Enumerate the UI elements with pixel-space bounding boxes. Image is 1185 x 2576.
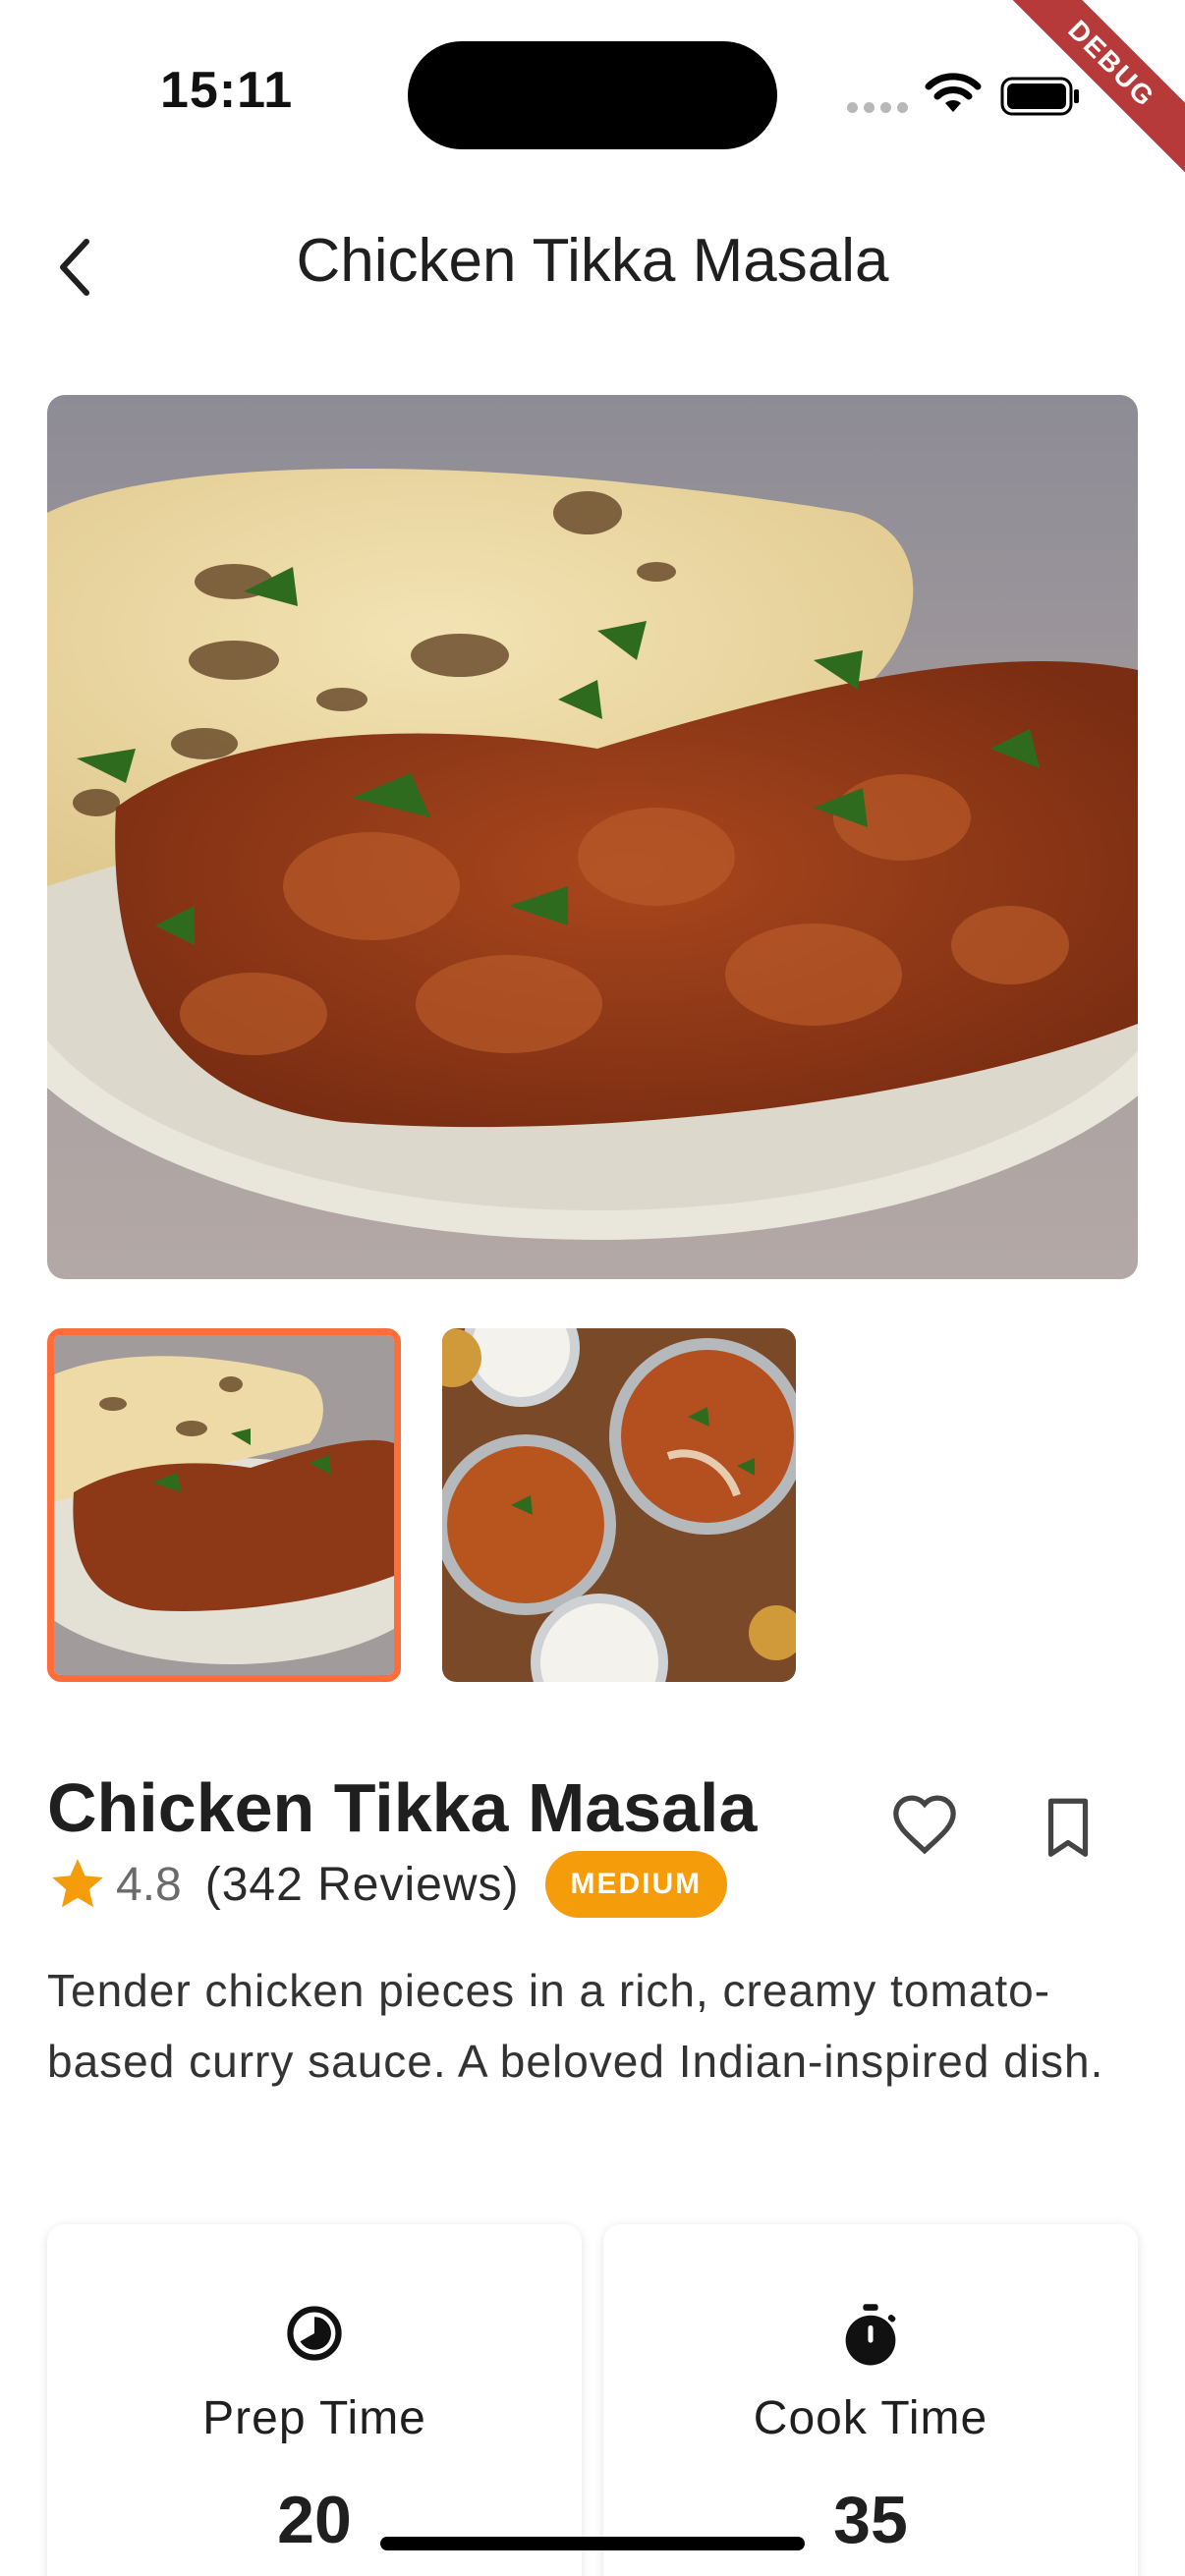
heart-icon: [893, 1795, 956, 1855]
page-title: Chicken Tikka Masala: [296, 227, 889, 295]
rating-value: 4.8: [116, 1858, 182, 1911]
dynamic-island: [408, 41, 777, 149]
timer-pie-icon: [287, 2306, 342, 2361]
difficulty-badge: MEDIUM: [544, 1851, 728, 1918]
thumbnail-image: [442, 1328, 796, 1682]
recipe-description: Tender chicken pieces in a rich, creamy …: [47, 1965, 1104, 2087]
rating-row: 4.8 (342 Reviews) MEDIUM: [47, 1849, 728, 1920]
favorite-button[interactable]: [890, 1792, 959, 1861]
recipe-detail-screen: 15:11 DEBUG Chicken Tikka Masala Chicken…: [0, 0, 1185, 2576]
wifi-icon: [925, 73, 982, 112]
recipe-title: Chicken Tikka Masala: [47, 1769, 758, 1846]
battery-icon: [1000, 77, 1079, 116]
stopwatch-icon: [845, 2304, 896, 2366]
bookmark-button[interactable]: [1036, 1794, 1100, 1863]
status-time: 15:11: [160, 62, 294, 119]
home-indicator[interactable]: [380, 2537, 805, 2550]
reviews-count: (342 Reviews): [204, 1858, 520, 1911]
star-icon: [52, 1859, 103, 1908]
gallery-thumbnail-2[interactable]: [442, 1328, 796, 1682]
prep-time-card: Prep Time 20: [47, 2224, 582, 2576]
bookmark-icon: [1047, 1798, 1089, 1857]
cook-time-card: Cook Time 35: [603, 2224, 1138, 2576]
cook-time-label: Cook Time: [753, 2392, 988, 2444]
prep-time-label: Prep Time: [202, 2392, 426, 2444]
thumbnail-image: [54, 1335, 394, 1675]
gallery-thumbnail-1[interactable]: [47, 1328, 401, 1682]
cellular-signal-icon: [847, 102, 908, 113]
recipe-hero-image: [47, 395, 1138, 1279]
